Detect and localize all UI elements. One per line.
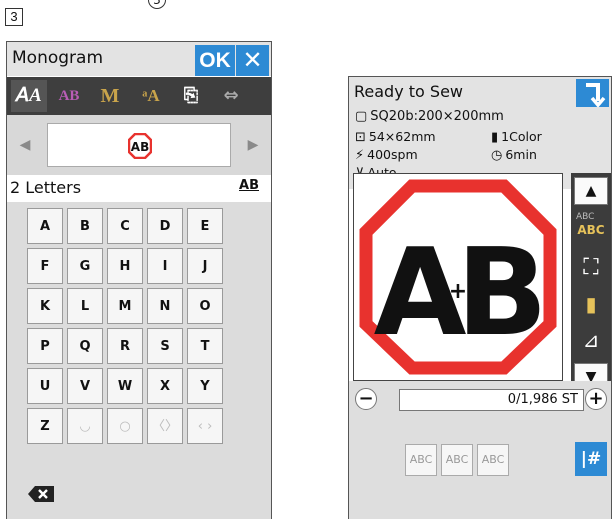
- hoop-size-text: SQ20b:200×200mm: [370, 109, 504, 124]
- key-5-2[interactable]: ○: [107, 408, 143, 444]
- design-size-icon: ⊡: [355, 130, 366, 145]
- minus-icon: −: [358, 388, 374, 409]
- page-title: Monogram: [12, 48, 104, 68]
- monogram-design-graphic: A + B: [359, 179, 557, 375]
- backspace-button[interactable]: [23, 484, 59, 512]
- resize-frame-icon: ⛶: [583, 255, 599, 280]
- color-count-text: 1Color: [501, 129, 542, 144]
- key-4-1[interactable]: V: [67, 368, 103, 404]
- time-text: 6min: [505, 147, 537, 162]
- ready-header: Ready to Sew: [349, 77, 611, 109]
- speed-icon: ⚡: [355, 148, 365, 163]
- key-0-2[interactable]: C: [107, 208, 143, 244]
- backspace-icon: [28, 486, 54, 502]
- step-number-box: 3: [5, 8, 23, 26]
- ok-button[interactable]: OK: [195, 45, 235, 76]
- ready-to-sew-screen: Ready to Sew ▢ SQ20b:200×200mm ⊡ 54×62mm ▮…: [348, 76, 612, 519]
- key-4-3[interactable]: X: [147, 368, 183, 404]
- key-5-3[interactable]: 〈〉: [147, 408, 183, 444]
- monogram-toolbar: 𝘈A AB M ᵃA ⎘ ⇔: [7, 77, 271, 115]
- monogram-header: Monogram OK ✕: [7, 42, 271, 76]
- key-0-0[interactable]: A: [27, 208, 63, 244]
- key-0-3[interactable]: D: [147, 208, 183, 244]
- color-m-icon[interactable]: M: [92, 80, 128, 112]
- key-2-4[interactable]: O: [187, 288, 223, 324]
- abc-button-2[interactable]: ABC: [441, 444, 473, 476]
- key-2-1[interactable]: L: [67, 288, 103, 324]
- thread-spool-icon: ▮: [491, 130, 499, 145]
- key-2-0[interactable]: K: [27, 288, 63, 324]
- angle-icon: ⊿: [582, 328, 600, 352]
- plus-icon: +: [588, 388, 604, 409]
- hoop-icon: ▢: [355, 109, 368, 124]
- monogram-mini-icon: AB: [128, 133, 152, 159]
- key-1-4[interactable]: J: [187, 248, 223, 284]
- font-style-icon[interactable]: 𝘈A: [11, 80, 47, 112]
- key-3-2[interactable]: R: [107, 328, 143, 364]
- abc-button-1[interactable]: ABC: [405, 444, 437, 476]
- key-3-0[interactable]: P: [27, 328, 63, 364]
- key-2-2[interactable]: M: [107, 288, 143, 324]
- width-adjust-icon[interactable]: ⇔: [213, 80, 249, 112]
- scroll-left-icon[interactable]: ◀: [9, 123, 41, 167]
- monogram-preview-box: AB: [47, 123, 231, 167]
- letters-count-label: 2 Letters: [10, 178, 82, 197]
- stitch-counter-row: − 0/1,986 ST +: [349, 381, 611, 417]
- stitch-count-field: 0/1,986 ST: [399, 389, 584, 411]
- thread-color-button[interactable]: ▮: [574, 289, 608, 319]
- key-5-0[interactable]: Z: [27, 408, 63, 444]
- key-3-3[interactable]: S: [147, 328, 183, 364]
- back-arrow-icon: [586, 83, 606, 108]
- letter-keyboard: A B C D E F G H I J K L M N O P Q R S T U V W X Y Z ◡ ○ 〈〉 ‹ ›: [7, 202, 271, 519]
- abc-edit-icon: ABC: [576, 212, 595, 222]
- monogram-preview-bar: ◀ AB ▶: [7, 115, 271, 175]
- close-button[interactable]: ✕: [236, 45, 269, 76]
- key-3-4[interactable]: T: [187, 328, 223, 364]
- stitch-plus-button[interactable]: +: [585, 388, 607, 410]
- bottom-toolbar: ABC ABC ABC |#: [349, 417, 611, 519]
- design-letter-b: B: [456, 224, 547, 363]
- edit-side-toolbar: ▲ ABC ABC ⛶ ▮ ⊿ ▼: [571, 173, 611, 413]
- key-0-1[interactable]: B: [67, 208, 103, 244]
- layout-icon[interactable]: ⎘: [173, 80, 209, 112]
- resize-button[interactable]: ⛶: [574, 253, 608, 283]
- scroll-right-icon[interactable]: ▶: [237, 123, 269, 167]
- key-1-3[interactable]: I: [147, 248, 183, 284]
- clock-icon: ◷: [491, 148, 503, 163]
- key-4-0[interactable]: U: [27, 368, 63, 404]
- abc-button-3[interactable]: ABC: [477, 444, 509, 476]
- key-4-2[interactable]: W: [107, 368, 143, 404]
- stitch-minus-button[interactable]: −: [355, 388, 377, 410]
- design-size-text: 54×62mm: [368, 129, 436, 144]
- back-button[interactable]: [576, 79, 609, 109]
- key-0-4[interactable]: E: [187, 208, 223, 244]
- key-5-1[interactable]: ◡: [67, 408, 103, 444]
- callout-number: 3: [148, 0, 166, 9]
- key-1-1[interactable]: G: [67, 248, 103, 284]
- jump-stitch-button[interactable]: |#: [575, 442, 607, 476]
- key-5-4[interactable]: ‹ ›: [187, 408, 223, 444]
- key-1-0[interactable]: F: [27, 248, 63, 284]
- letter-spacing-icon[interactable]: AB: [51, 80, 87, 112]
- triangle-up-icon: ▲: [585, 183, 597, 199]
- thread-color-icon: ▮: [585, 292, 597, 316]
- letter-case-icon[interactable]: AB: [239, 178, 259, 193]
- svg-text:AB: AB: [131, 140, 149, 154]
- key-2-3[interactable]: N: [147, 288, 183, 324]
- monogram-screen: Monogram OK ✕ 𝘈A AB M ᵃA ⎘ ⇔ ◀ AB ▶ 2 Le…: [6, 41, 272, 519]
- ready-title: Ready to Sew: [354, 82, 463, 101]
- key-4-4[interactable]: Y: [187, 368, 223, 404]
- key-3-1[interactable]: Q: [67, 328, 103, 364]
- design-preview: A + B: [353, 173, 563, 381]
- letters-count-row: 2 Letters AB: [7, 175, 271, 201]
- scroll-up-button[interactable]: ▲: [574, 177, 608, 205]
- edit-text-button[interactable]: ABC ABC: [574, 211, 608, 245]
- abc-edit-icon-main: ABC: [577, 223, 605, 237]
- close-icon: ✕: [242, 46, 263, 74]
- key-1-2[interactable]: H: [107, 248, 143, 284]
- angle-adjust-button[interactable]: ⊿: [574, 325, 608, 355]
- speed-text: 400spm: [367, 147, 418, 162]
- letter-size-icon[interactable]: ᵃA: [133, 80, 169, 112]
